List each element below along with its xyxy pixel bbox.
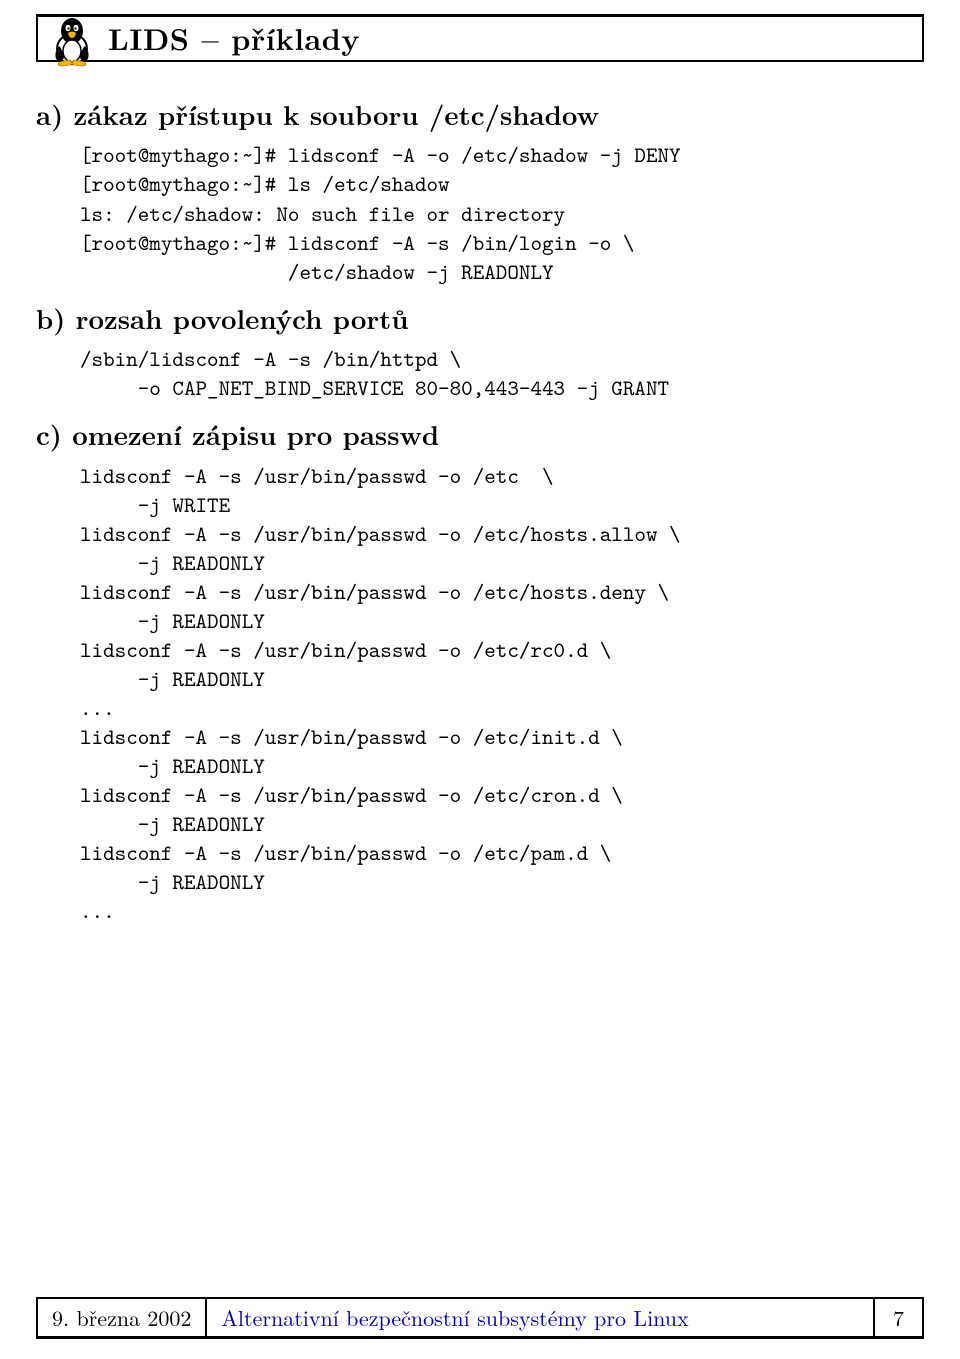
slide-header: LIDS – příklady [36,14,924,62]
section-c-code: lidsconf -A -s /usr/bin/passwd -o /etc \… [80,461,924,926]
section-b-heading: b) rozsah povolených portů [36,300,924,336]
slide-title: LIDS – příklady [108,18,360,59]
footer-title: Alternativní bezpečnostní subsystémy pro… [207,1299,873,1336]
slide-footer: 9. března 2002 Alternativní bezpečnostní… [36,1297,924,1339]
section-c-heading: c) omezení zápisu pro passwd [36,416,924,452]
footer-date: 9. března 2002 [38,1299,207,1336]
section-a-heading: a) zákaz přístupu k souboru /etc/shadow [36,96,924,132]
tux-icon [50,13,94,67]
section-b-code: /sbin/lidsconf -A -s /bin/httpd \ -o CAP… [80,344,924,402]
footer-page: 7 [873,1299,922,1336]
page: LIDS – příklady a) zákaz přístupu k soub… [0,0,960,1359]
section-a-code: [root@mythago:~]# lidsconf -A -o /etc/sh… [80,140,924,285]
